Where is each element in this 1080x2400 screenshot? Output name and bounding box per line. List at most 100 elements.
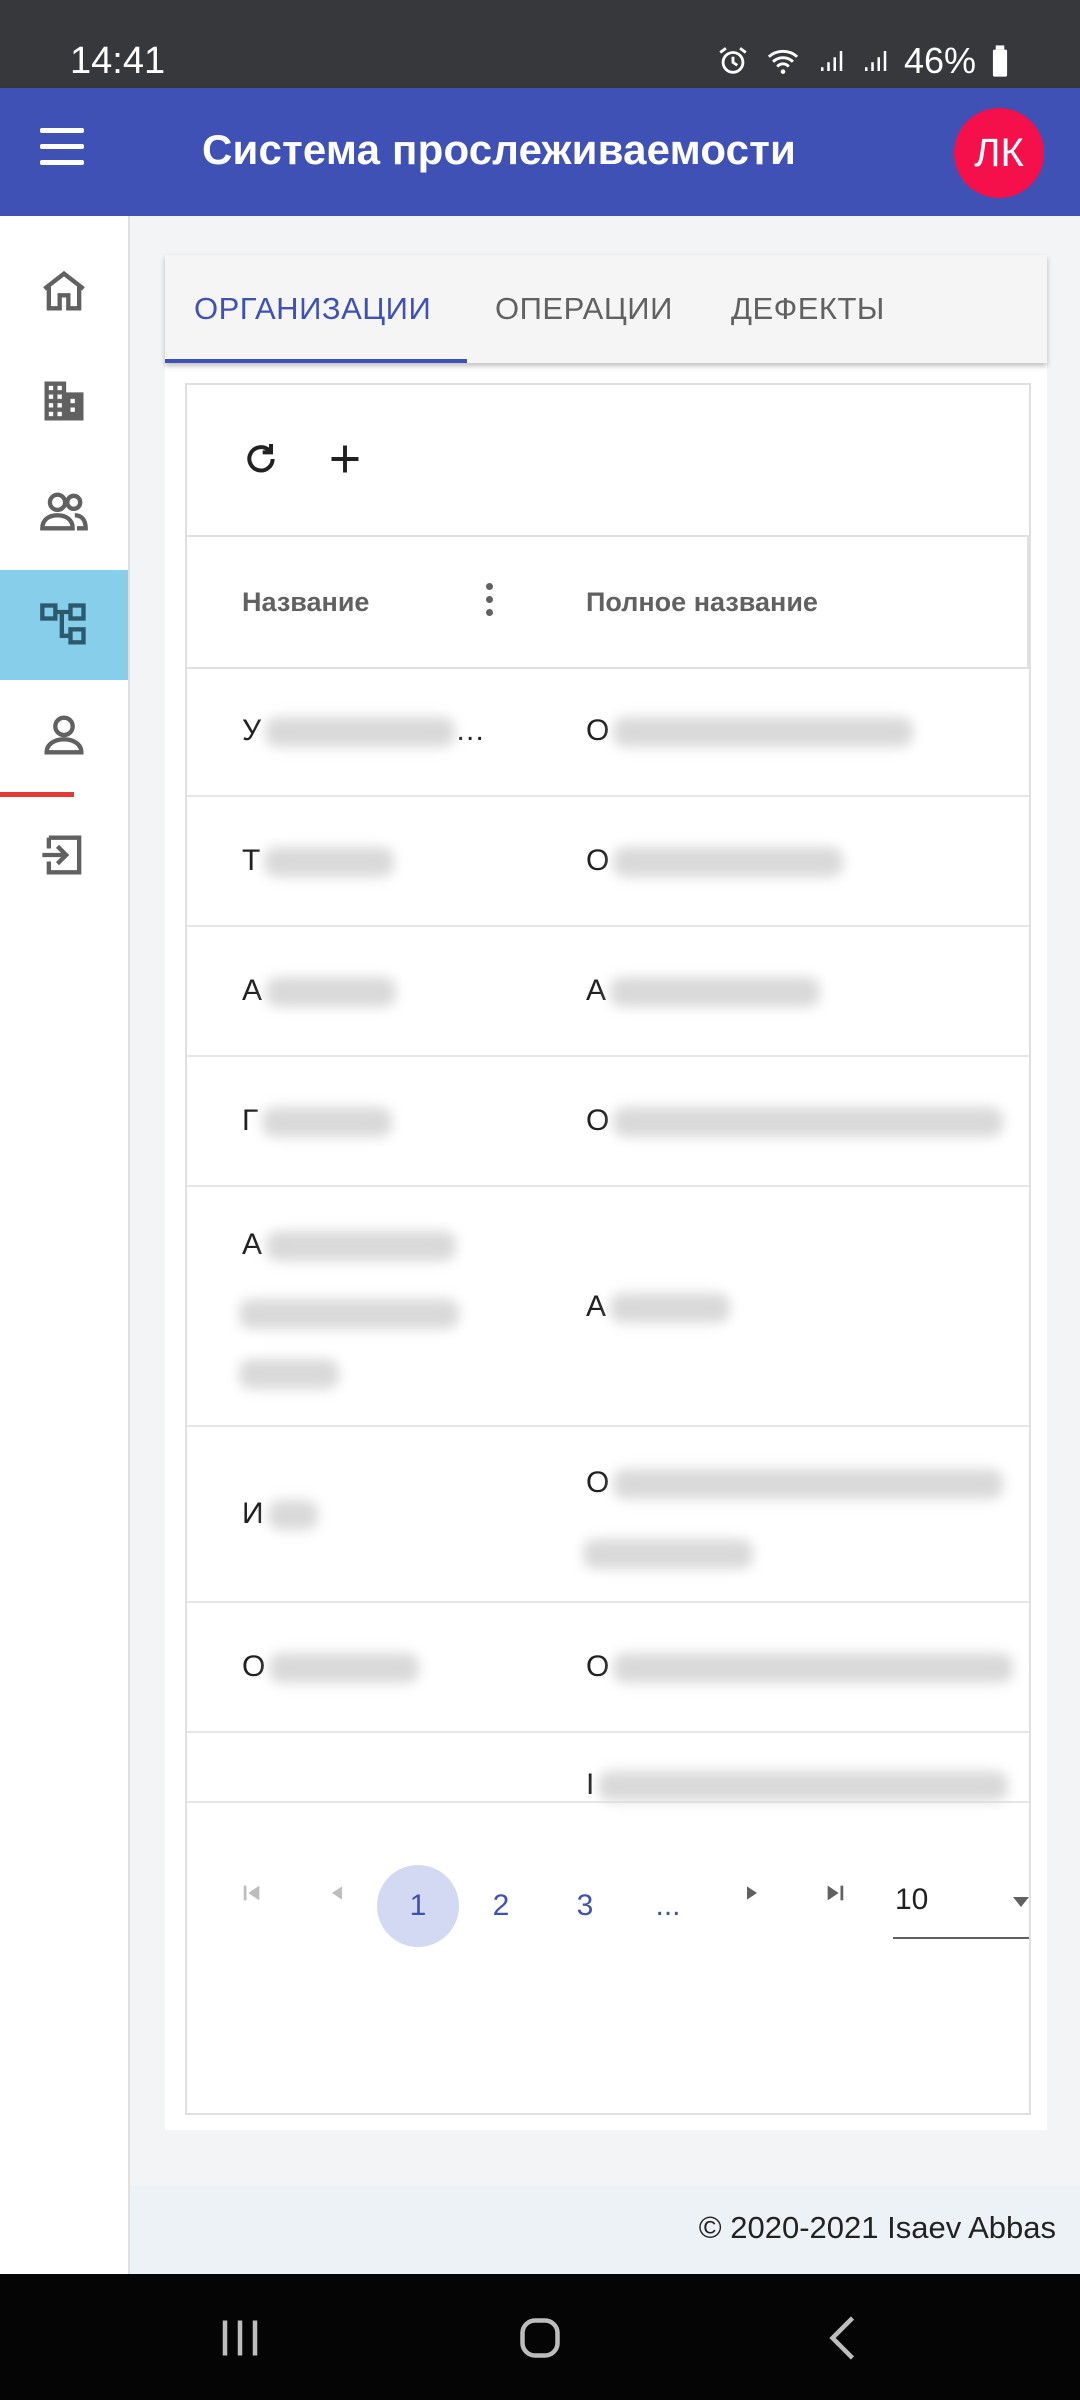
cell-fullname: О — [586, 1635, 1014, 1699]
cell-name-text: О — [242, 1650, 266, 1683]
table-header: Название Полное название — [187, 535, 1029, 669]
cell-name: А — [242, 959, 397, 1023]
tab-organizations[interactable]: ОРГАНИЗАЦИИ — [194, 255, 431, 363]
data-grid: Название Полное название У… О Т О А А Г … — [185, 383, 1031, 2115]
person-icon — [44, 715, 84, 755]
people-icon — [40, 492, 88, 531]
menu-icon[interactable] — [36, 128, 92, 176]
cell-name-text: А — [242, 974, 263, 1007]
dropdown-arrow-icon — [1013, 1897, 1029, 1907]
footer: © 2020-2021 Isaev Abbas — [130, 2186, 1080, 2274]
table-row[interactable]: А А — [187, 927, 1029, 1057]
system-nav-bar — [0, 2274, 1080, 2400]
cell-fullname: О — [586, 829, 844, 893]
tab-defects[interactable]: ДЕФЕКТЫ — [731, 255, 885, 363]
cell-name: А — [242, 1213, 457, 1277]
cell-fullname-text: О — [586, 714, 610, 747]
status-time: 14:41 — [70, 40, 166, 82]
cell-name-text: Т — [242, 844, 261, 877]
page-size-select[interactable]: 10 — [893, 1867, 1029, 1939]
page-button-2[interactable]: 2 — [460, 1865, 542, 1947]
first-page-icon — [243, 1885, 260, 1901]
status-icons: 46% — [716, 40, 1010, 82]
cell-name-text: И — [242, 1497, 264, 1530]
logout-icon — [42, 835, 82, 875]
cell-fullname: О — [586, 699, 914, 763]
cell-fullname-text: О — [586, 1104, 610, 1137]
blurred-text — [239, 1299, 459, 1329]
table-row[interactable]: О О — [187, 1603, 1029, 1733]
cell-fullname-text: О — [586, 1466, 610, 1499]
cell-name: Т — [242, 829, 395, 893]
building-icon — [44, 381, 84, 421]
table-row[interactable]: Г О — [187, 1057, 1029, 1187]
sidebar-item-profile[interactable] — [0, 680, 128, 790]
table-row[interactable]: I — [187, 1733, 1029, 1803]
table-row[interactable]: Т О — [187, 797, 1029, 927]
cell-fullname: О — [586, 1451, 1004, 1515]
cell-fullname-text: О — [586, 1650, 610, 1683]
battery-icon — [992, 45, 1008, 77]
cell-name-text: А — [242, 1228, 263, 1261]
page-size-value: 10 — [895, 1883, 929, 1916]
home-icon — [43, 270, 85, 311]
hierarchy-icon — [40, 603, 86, 645]
cell-fullname: А — [586, 1275, 731, 1339]
column-menu-icon[interactable] — [483, 583, 497, 623]
alarm-icon — [719, 47, 747, 74]
column-header-name[interactable]: Название — [242, 537, 369, 667]
sidebar-item-logout[interactable] — [0, 800, 128, 910]
tab-operations[interactable]: ОПЕРАЦИИ — [495, 255, 673, 363]
active-indicator — [0, 792, 74, 797]
cell-name: У… — [242, 699, 485, 763]
column-divider — [1027, 537, 1029, 667]
signal-icon — [820, 51, 843, 71]
back-icon[interactable] — [815, 2308, 875, 2368]
avatar[interactable]: ЛК — [954, 108, 1044, 198]
cell-name-text: Г — [242, 1104, 259, 1137]
cell-fullname-text: А — [586, 974, 607, 1007]
sidebar-item-organizations[interactable] — [0, 346, 128, 456]
recent-apps-icon[interactable] — [210, 2308, 270, 2368]
wifi-icon — [767, 49, 799, 74]
table-row[interactable]: И О — [187, 1427, 1029, 1603]
page-ellipsis[interactable]: ... — [627, 1865, 709, 1947]
sidebar-item-users[interactable] — [0, 456, 128, 566]
tab-bar: ОРГАНИЗАЦИИ ОПЕРАЦИИ ДЕФЕКТЫ — [165, 255, 1047, 363]
prev-page-button[interactable] — [317, 1873, 357, 1913]
cell-fullname-text: А — [586, 1290, 607, 1323]
home-button-icon[interactable] — [510, 2308, 570, 2368]
add-button[interactable] — [315, 429, 375, 489]
status-bar: 14:41 46% — [0, 0, 1080, 88]
blurred-text — [583, 1539, 753, 1569]
first-page-button[interactable] — [232, 1873, 272, 1913]
page-button-1[interactable]: 1 — [377, 1865, 459, 1947]
footer-copyright: © 2020-2021 Isaev Abbas — [698, 2210, 1056, 2245]
refresh-icon — [247, 444, 275, 473]
refresh-button[interactable] — [231, 429, 291, 489]
signal-icon — [864, 51, 887, 71]
table-row[interactable]: У… О — [187, 667, 1029, 797]
app-bar: Система прослеживаемости ЛК — [0, 88, 1080, 216]
page-button-3[interactable]: 3 — [544, 1865, 626, 1947]
cell-name-ellipsis: … — [455, 714, 486, 747]
next-page-button[interactable] — [732, 1873, 772, 1913]
cell-fullname-text: I — [586, 1768, 595, 1801]
table-row[interactable]: А А — [187, 1187, 1029, 1427]
cell-name-text: У — [242, 714, 262, 747]
cell-fullname: А — [586, 959, 821, 1023]
column-header-fullname[interactable]: Полное название — [586, 537, 818, 667]
cell-name: Г — [242, 1089, 393, 1153]
cell-fullname: О — [586, 1089, 1004, 1153]
prev-page-icon — [332, 1886, 342, 1900]
sidebar — [0, 216, 130, 2274]
blurred-text — [239, 1359, 339, 1389]
cell-fullname-text: О — [586, 844, 610, 877]
sidebar-item-structure[interactable] — [0, 570, 128, 680]
last-page-icon — [827, 1885, 844, 1901]
last-page-button[interactable] — [815, 1873, 855, 1913]
sidebar-item-home[interactable] — [0, 236, 128, 346]
app-title: Система прослеживаемости — [202, 126, 797, 173]
next-page-icon — [747, 1886, 757, 1900]
cell-name: И — [242, 1482, 318, 1546]
